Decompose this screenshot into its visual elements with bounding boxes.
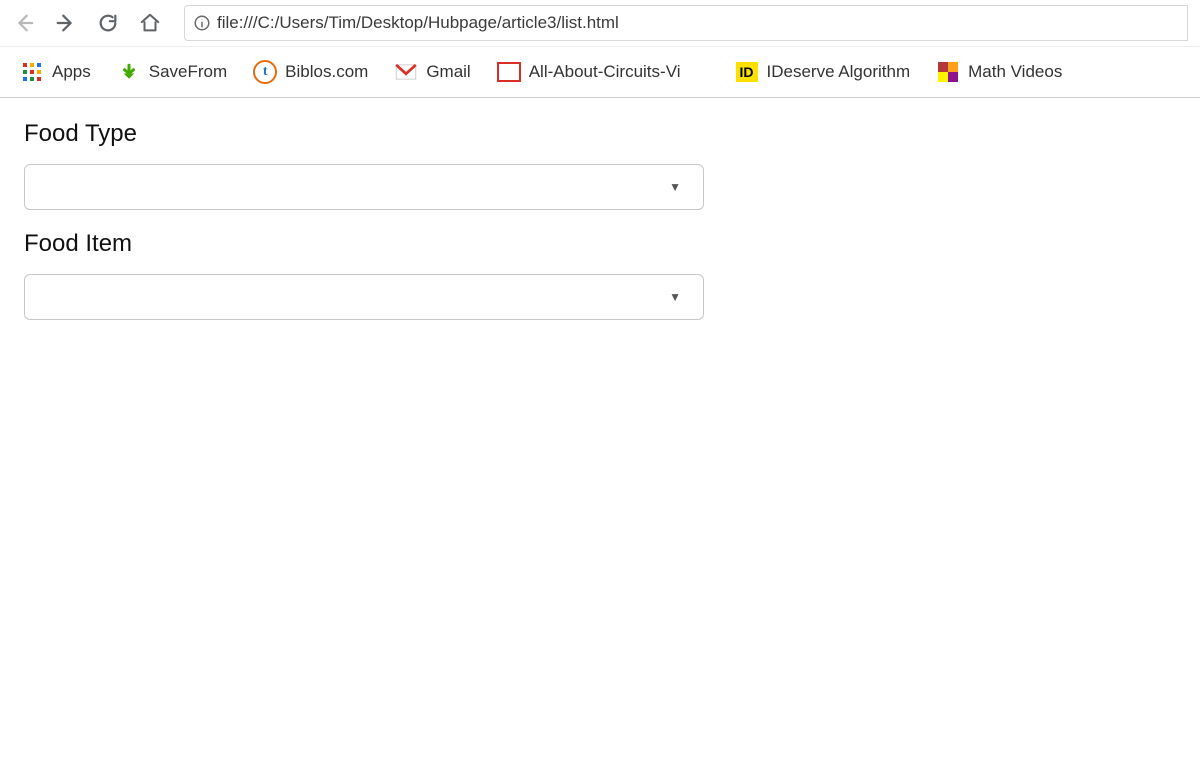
- ideserve-icon: ID: [735, 60, 759, 84]
- apps-icon: [20, 60, 44, 84]
- food-item-select[interactable]: ▼: [24, 274, 704, 320]
- biblos-icon: t: [253, 60, 277, 84]
- back-button[interactable]: [12, 11, 36, 35]
- food-type-label: Food Type: [24, 120, 1176, 148]
- bookmark-gmail[interactable]: Gmail: [386, 60, 478, 84]
- bookmark-all-about-circuits[interactable]: All-About-Circuits-Vi: [489, 60, 689, 84]
- url-text: file:///C:/Users/Tim/Desktop/Hubpage/art…: [217, 13, 619, 33]
- gmail-icon: [394, 60, 418, 84]
- bookmark-label: SaveFrom: [149, 62, 227, 82]
- bookmark-label: Gmail: [426, 62, 470, 82]
- bookmark-biblos[interactable]: t Biblos.com: [245, 60, 376, 84]
- address-bar[interactable]: file:///C:/Users/Tim/Desktop/Hubpage/art…: [184, 5, 1188, 41]
- bookmark-label: Math Videos: [968, 62, 1062, 82]
- food-type-select[interactable]: ▼: [24, 164, 704, 210]
- forward-button[interactable]: [54, 11, 78, 35]
- info-icon: [193, 14, 211, 32]
- circuits-icon: [497, 60, 521, 84]
- bookmark-label: All-About-Circuits-Vi: [529, 62, 681, 82]
- home-button[interactable]: [138, 11, 162, 35]
- food-item-label: Food Item: [24, 230, 1176, 258]
- nav-row: file:///C:/Users/Tim/Desktop/Hubpage/art…: [0, 0, 1200, 47]
- bookmarks-bar: Apps SaveFrom t Biblos.com: [0, 47, 1200, 98]
- math-videos-icon: [936, 60, 960, 84]
- chevron-down-icon: ▼: [669, 180, 681, 194]
- download-arrow-icon: [117, 60, 141, 84]
- bookmark-label: Biblos.com: [285, 62, 368, 82]
- page-body: Food Type ▼ Food Item ▼: [0, 98, 1200, 358]
- bookmark-savefrom[interactable]: SaveFrom: [109, 60, 235, 84]
- bookmark-math-videos[interactable]: Math Videos: [928, 60, 1070, 84]
- bookmark-ideserve[interactable]: ID IDeserve Algorithm: [727, 60, 919, 84]
- apps-label: Apps: [52, 62, 91, 82]
- apps-button[interactable]: Apps: [12, 60, 99, 84]
- browser-chrome: file:///C:/Users/Tim/Desktop/Hubpage/art…: [0, 0, 1200, 98]
- bookmark-label: IDeserve Algorithm: [767, 62, 911, 82]
- chevron-down-icon: ▼: [669, 290, 681, 304]
- reload-button[interactable]: [96, 11, 120, 35]
